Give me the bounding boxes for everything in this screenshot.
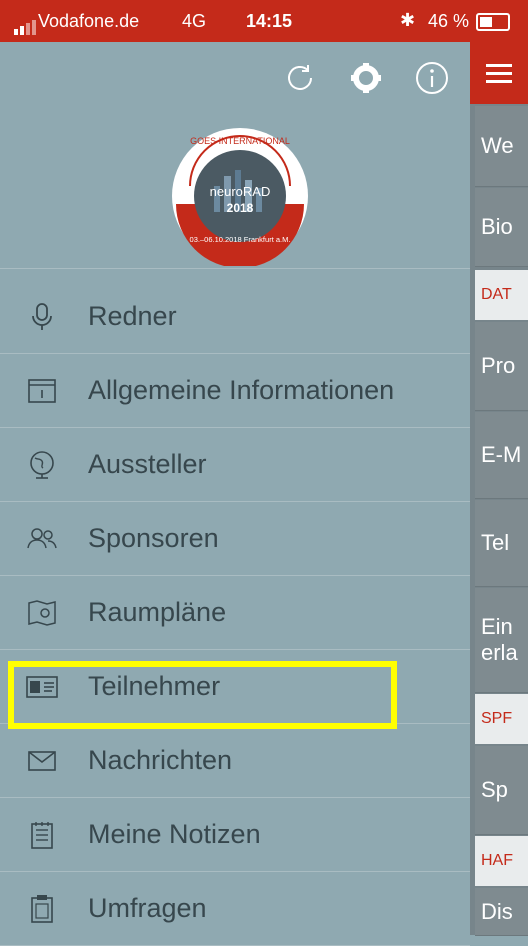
underlying-screen: We Bio DAT Pro E-M Tel Ein erla SPF Sp H… [470, 42, 528, 936]
svg-text:2018: 2018 [227, 201, 254, 215]
bluetooth-icon: ✱ [400, 10, 416, 30]
microphone-icon [22, 302, 62, 332]
highlight-box [8, 661, 397, 729]
drawer-menu: Redner Allgemeine Informationen Ausstell… [0, 280, 470, 946]
battery-icon [476, 13, 510, 31]
menu-item-allgemeine-informationen[interactable]: Allgemeine Informationen [0, 354, 470, 428]
globe-icon [22, 450, 62, 480]
status-bar: Vodafone.de 4G 14:15 ✱ 46 % [0, 0, 528, 42]
list-item[interactable]: Dis [475, 888, 528, 936]
carrier-name: Vodafone.de [38, 11, 140, 31]
hamburger-menu-icon[interactable] [470, 42, 528, 104]
list-item[interactable]: Sp [475, 746, 528, 835]
menu-label: Aussteller [88, 449, 207, 479]
info-box-icon [22, 376, 62, 406]
envelope-icon [22, 746, 62, 776]
event-logo: GOES INTERNATIONAL neuroRAD 2018 03.–06.… [170, 126, 310, 268]
menu-label: Raumpläne [88, 597, 227, 627]
section-header: DAT [475, 270, 528, 320]
menu-label: Umfragen [88, 893, 207, 923]
refresh-icon[interactable] [280, 58, 320, 98]
svg-text:GOES INTERNATIONAL: GOES INTERNATIONAL [190, 136, 290, 146]
signal-strength-icon [14, 14, 38, 35]
gear-icon[interactable] [346, 58, 386, 98]
clipboard-icon [22, 894, 62, 924]
list-item[interactable]: Pro [475, 322, 528, 411]
menu-item-sponsoren[interactable]: Sponsoren [0, 502, 470, 576]
menu-label: Redner [88, 301, 177, 331]
menu-label: Meine Notizen [88, 819, 261, 849]
info-icon[interactable] [412, 58, 452, 98]
clock: 14:15 [246, 11, 293, 31]
section-header: HAF [475, 836, 528, 886]
section-header: SPF [475, 694, 528, 744]
list-item[interactable]: Ein erla [475, 588, 528, 693]
menu-label: Allgemeine Informationen [88, 375, 395, 405]
navigation-drawer: GOES INTERNATIONAL neuroRAD 2018 03.–06.… [0, 42, 470, 946]
list-item[interactable]: Tel [475, 500, 528, 587]
network-type: 4G [182, 11, 207, 31]
list-item[interactable]: E-M [475, 412, 528, 499]
svg-text:neuroRAD: neuroRAD [210, 184, 271, 199]
people-icon [22, 524, 62, 554]
menu-item-redner[interactable]: Redner [0, 280, 470, 354]
list-item[interactable]: Bio [475, 188, 528, 267]
menu-item-nachrichten[interactable]: Nachrichten [0, 724, 470, 798]
svg-text:03.–06.10.2018 Frankfurt a.M.: 03.–06.10.2018 Frankfurt a.M. [190, 235, 291, 244]
divider [0, 268, 470, 269]
menu-item-raumplaene[interactable]: Raumpläne [0, 576, 470, 650]
list-item[interactable]: We [475, 106, 528, 187]
drawer-toolbar [280, 58, 452, 98]
battery-percent: 46 % [428, 11, 470, 31]
menu-label: Nachrichten [88, 745, 233, 775]
notepad-icon [22, 820, 62, 850]
menu-label: Sponsoren [88, 523, 219, 553]
menu-item-aussteller[interactable]: Aussteller [0, 428, 470, 502]
menu-item-meine-notizen[interactable]: Meine Notizen [0, 798, 470, 872]
map-pin-icon [22, 598, 62, 628]
